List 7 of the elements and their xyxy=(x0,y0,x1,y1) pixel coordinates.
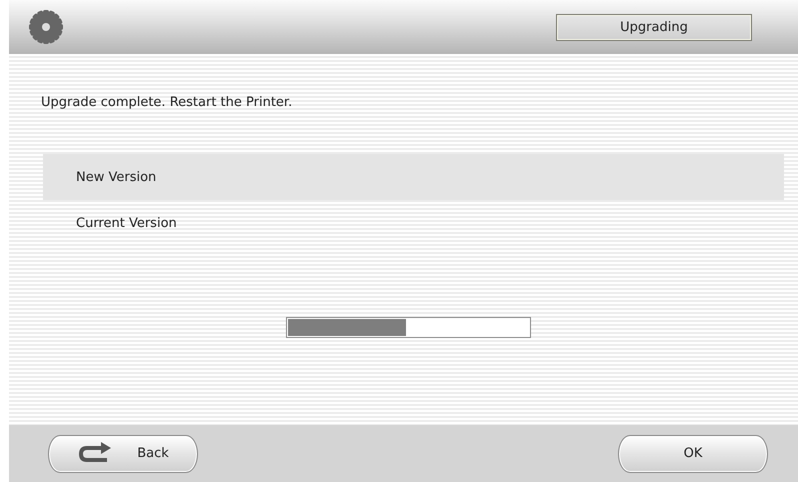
gear-icon xyxy=(29,10,63,44)
version-row: New Version xyxy=(43,154,784,200)
back-button[interactable]: Back xyxy=(48,434,198,472)
version-row-text: Current Version xyxy=(75,214,178,232)
ok-button[interactable]: OK xyxy=(618,434,768,472)
message-text: Upgrade complete. Restart the Printer. xyxy=(40,94,294,107)
status-label: Upgrading xyxy=(556,14,752,40)
